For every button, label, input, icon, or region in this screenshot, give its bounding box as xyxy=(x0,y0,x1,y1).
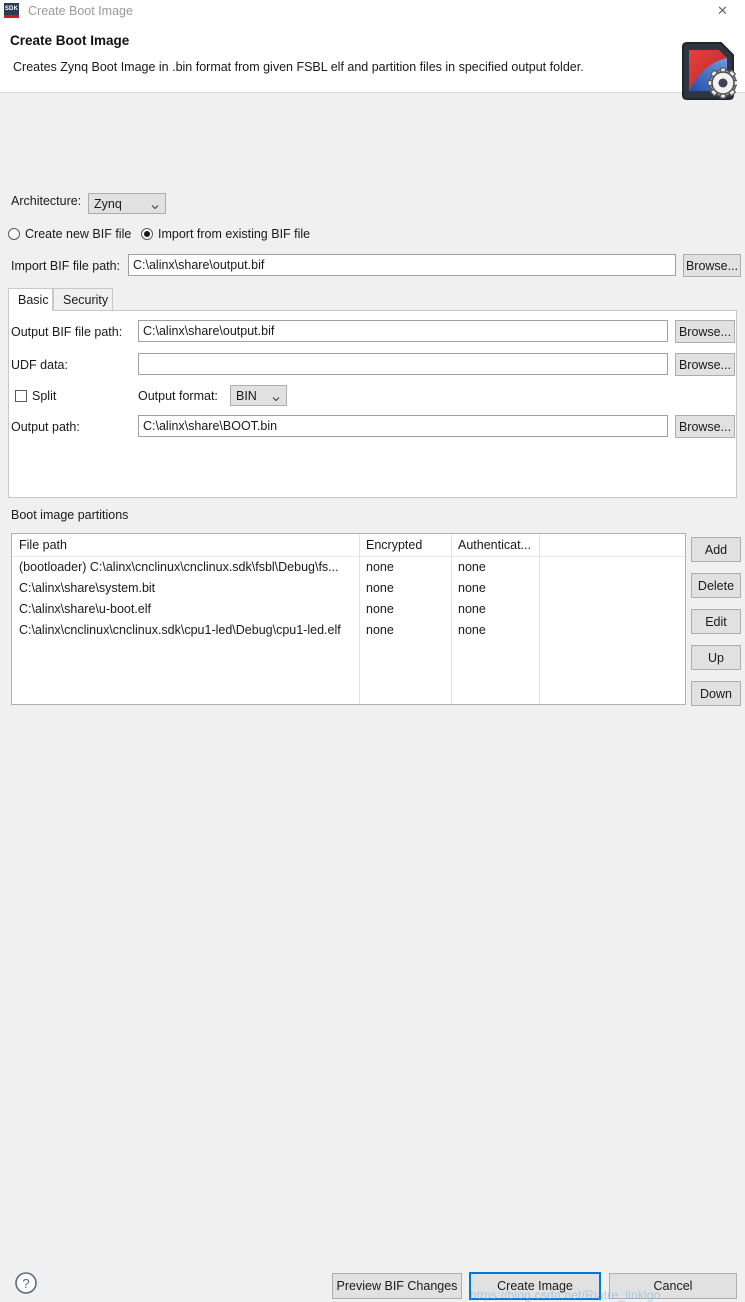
dialog-footer: ? Preview BIF Changes Create Image Cance… xyxy=(0,630,745,1302)
chevron-down-icon xyxy=(151,200,159,209)
preview-bif-changes-button[interactable]: Preview BIF Changes xyxy=(332,1273,462,1299)
chevron-down-icon xyxy=(272,392,280,401)
cell-file-path: (bootloader) C:\alinx\cnclinux\cnclinux.… xyxy=(19,560,339,574)
cell-file-path: C:\alinx\share\system.bit xyxy=(19,581,156,595)
import-bif-path-row: Import BIF file path: xyxy=(11,259,120,273)
table-row[interactable]: C:\alinx\share\system.bit none none xyxy=(12,578,685,599)
output-path-browse-button[interactable]: Browse... xyxy=(675,415,735,438)
split-checkbox-group[interactable]: Split xyxy=(15,389,56,403)
architecture-label: Architecture: xyxy=(11,194,82,208)
output-bif-browse-button[interactable]: Browse... xyxy=(675,320,735,343)
help-circle-icon[interactable]: ? xyxy=(14,1271,38,1295)
sdk-app-icon: SDK xyxy=(4,3,19,18)
output-format-label: Output format: xyxy=(138,389,218,403)
column-header-authenticated[interactable]: Authenticat... xyxy=(451,534,539,556)
cell-encrypted: none xyxy=(366,560,394,574)
cell-encrypted: none xyxy=(366,581,394,595)
svg-text:?: ? xyxy=(22,1276,29,1291)
output-bif-path-value: C:\alinx\share\output.bif xyxy=(143,324,275,338)
cancel-button[interactable]: Cancel xyxy=(609,1273,737,1299)
import-bif-path-input[interactable]: C:\alinx\share\output.bif xyxy=(128,254,676,276)
output-path-input[interactable]: C:\alinx\share\BOOT.bin xyxy=(138,415,668,437)
page-description: Creates Zynq Boot Image in .bin format f… xyxy=(13,60,584,74)
create-image-button[interactable]: Create Image xyxy=(469,1272,601,1300)
create-new-bif-label: Create new BIF file xyxy=(25,227,132,241)
output-format-value: BIN xyxy=(236,388,257,403)
page-title: Create Boot Image xyxy=(10,33,130,48)
table-row[interactable]: C:\alinx\share\u-boot.elf none none xyxy=(12,599,685,620)
cell-file-path: C:\alinx\share\u-boot.elf xyxy=(19,602,152,616)
close-icon[interactable]: ✕ xyxy=(700,0,745,21)
column-header-file-path[interactable]: File path xyxy=(12,534,359,556)
radio-import-existing-bif[interactable] xyxy=(141,228,153,240)
import-bif-path-value: C:\alinx\share\output.bif xyxy=(133,258,265,272)
tab-security-label: Security xyxy=(63,293,109,307)
architecture-value: Zynq xyxy=(94,196,122,211)
wizard-header: Create Boot Image Creates Zynq Boot Imag… xyxy=(0,21,745,100)
tab-security[interactable]: Security xyxy=(53,288,113,311)
tab-basic-label: Basic xyxy=(18,293,49,307)
architecture-row: Architecture: xyxy=(11,194,81,208)
udf-data-row: UDF data: xyxy=(11,358,68,372)
output-bif-path-row: Output BIF file path: xyxy=(11,325,122,339)
udf-data-input[interactable] xyxy=(138,353,668,375)
cell-encrypted: none xyxy=(366,602,394,616)
output-bif-path-input[interactable]: C:\alinx\share\output.bif xyxy=(138,320,668,342)
import-bif-browse-button[interactable]: Browse... xyxy=(683,254,741,277)
tab-bar: Basic Security xyxy=(8,288,737,311)
cell-authenticated: none xyxy=(458,581,486,595)
boot-image-wizard-icon xyxy=(681,41,739,101)
table-header-row: File path Encrypted Authenticat... xyxy=(12,534,685,557)
move-down-button[interactable]: Down xyxy=(691,681,741,706)
split-label: Split xyxy=(32,389,57,403)
cell-authenticated: none xyxy=(458,602,486,616)
column-header-extra[interactable] xyxy=(539,534,685,556)
cell-authenticated: none xyxy=(458,560,486,574)
output-format-row: Output format: xyxy=(138,389,218,403)
add-partition-button[interactable]: Add xyxy=(691,537,741,562)
output-format-select[interactable]: BIN xyxy=(230,385,287,406)
radio-create-new-bif[interactable] xyxy=(8,228,20,240)
architecture-select[interactable]: Zynq xyxy=(88,193,166,214)
cell-extra xyxy=(539,599,685,620)
column-header-encrypted[interactable]: Encrypted xyxy=(359,534,451,556)
window-titlebar: SDK Create Boot Image ✕ xyxy=(0,0,745,21)
udf-data-browse-button[interactable]: Browse... xyxy=(675,353,735,376)
output-bif-path-label: Output BIF file path: xyxy=(11,325,123,339)
cell-extra xyxy=(539,578,685,599)
cell-extra xyxy=(539,557,685,578)
import-bif-path-label: Import BIF file path: xyxy=(11,259,121,273)
split-checkbox[interactable] xyxy=(15,390,27,402)
create-new-bif-radio-group[interactable]: Create new BIF file xyxy=(8,227,131,241)
output-path-value: C:\alinx\share\BOOT.bin xyxy=(143,419,278,433)
delete-partition-button[interactable]: Delete xyxy=(691,573,741,598)
window-title: Create Boot Image xyxy=(28,3,133,18)
output-path-label: Output path: xyxy=(11,420,80,434)
import-existing-bif-label: Import from existing BIF file xyxy=(158,227,311,241)
table-row[interactable]: (bootloader) C:\alinx\cnclinux\cnclinux.… xyxy=(12,557,685,578)
udf-data-label: UDF data: xyxy=(11,358,68,372)
import-existing-bif-radio-group[interactable]: Import from existing BIF file xyxy=(141,227,310,241)
output-path-row: Output path: xyxy=(11,420,80,434)
tab-basic[interactable]: Basic xyxy=(8,288,53,311)
partitions-section-label: Boot image partitions xyxy=(11,508,129,522)
